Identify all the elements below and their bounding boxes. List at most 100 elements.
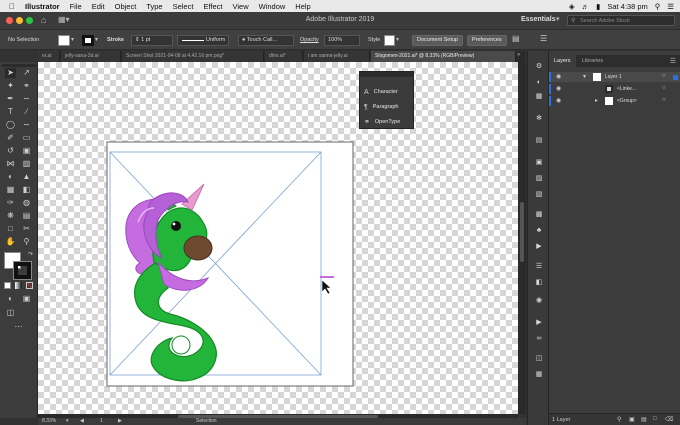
selection-indicator[interactable] bbox=[673, 75, 678, 80]
tab-document[interactable]: i am sanna-jelly.ai bbox=[304, 51, 370, 62]
artboards-panel-icon[interactable]: ◫ bbox=[534, 355, 544, 363]
edit-toolbar-icon[interactable]: ⋯ bbox=[13, 322, 24, 332]
curvature-tool-icon[interactable]: ∽ bbox=[21, 94, 32, 104]
arrange-documents-icon[interactable]: ▦▾ bbox=[58, 15, 70, 24]
draw-mode-icon[interactable]: ◐ bbox=[5, 294, 16, 304]
links-icon[interactable]: ∞ bbox=[534, 335, 544, 343]
screen-mode-icon[interactable]: ▣ bbox=[21, 294, 32, 304]
tab-document[interactable]: dino.ai* bbox=[265, 51, 303, 62]
magic-wand-tool-icon[interactable]: ✦ bbox=[5, 81, 16, 91]
menu-select[interactable]: Select bbox=[173, 2, 194, 11]
chevron-down-icon[interactable]: ▾ bbox=[583, 73, 586, 80]
tab-document-active[interactable]: Slogomen-2021.ai* @ 8.33% (RGB/Preview) bbox=[371, 51, 516, 62]
align-panel-icon[interactable]: ☰ bbox=[534, 263, 544, 271]
wifi-icon[interactable]: ◈ bbox=[569, 2, 575, 11]
blend-tool-icon[interactable]: ◍ bbox=[21, 198, 32, 208]
menu-view[interactable]: View bbox=[232, 2, 248, 11]
target-icon[interactable]: ○ bbox=[662, 73, 666, 79]
close-window-button[interactable] bbox=[6, 17, 13, 24]
tab-document[interactable]: jelly-sana-3d.ai bbox=[61, 51, 121, 62]
home-icon[interactable]: ⌂ bbox=[41, 15, 46, 25]
stroke-panel-icon[interactable]: ▤ bbox=[534, 137, 544, 145]
zoom-tool-icon[interactable]: ⚲ bbox=[21, 237, 32, 247]
next-artboard-icon[interactable]: ▶ bbox=[118, 418, 122, 424]
direct-selection-tool-icon[interactable]: ↗ bbox=[21, 68, 32, 78]
swatches-icon[interactable]: ▦ bbox=[534, 93, 544, 101]
layer-name[interactable]: <Group> bbox=[617, 98, 637, 104]
selection-tool-icon[interactable]: ➤ bbox=[5, 68, 16, 78]
menu-effect[interactable]: Effect bbox=[203, 2, 222, 11]
workspace-switcher[interactable]: Essentials bbox=[521, 16, 556, 23]
tab-document[interactable]: Screen Shot 2021-04-08 at 4.42.16 pm.png… bbox=[122, 51, 264, 62]
apple-icon[interactable]:  bbox=[9, 2, 15, 11]
panel-grip[interactable] bbox=[360, 72, 413, 77]
align-icon[interactable]: ▤ bbox=[512, 34, 520, 43]
scroll-thumb[interactable] bbox=[520, 202, 524, 262]
hand-tool-icon[interactable]: ✋ bbox=[5, 237, 16, 247]
menu-object[interactable]: Object bbox=[115, 2, 137, 11]
menu-app-name[interactable]: Illustrator bbox=[25, 2, 60, 11]
menu-help[interactable]: Help bbox=[295, 2, 310, 11]
menu-clock[interactable]: Sat 4:38 pm bbox=[607, 2, 647, 11]
layer-row[interactable]: ◉ ▸ <Group> ○ bbox=[549, 96, 680, 106]
locate-object-icon[interactable]: ⚲ bbox=[617, 416, 621, 423]
graphic-styles-icon[interactable]: ▩ bbox=[534, 211, 544, 219]
tab-libraries[interactable]: Libraries bbox=[577, 55, 608, 67]
perspective-grid-tool-icon[interactable]: ▲ bbox=[21, 172, 32, 182]
brush-definition[interactable]: ● Touch Call... bbox=[238, 35, 294, 46]
color-mode-icon[interactable] bbox=[4, 282, 11, 289]
chevron-down-icon[interactable]: ▾ bbox=[71, 36, 74, 43]
stroke-weight-field[interactable]: ⇕ 1 pt bbox=[131, 35, 173, 46]
actions-icon[interactable]: ▶ bbox=[534, 319, 544, 327]
panel-menu-icon[interactable]: ☰ bbox=[670, 57, 676, 65]
menu-type[interactable]: Type bbox=[146, 2, 162, 11]
character-panel-item[interactable]: A Character bbox=[364, 86, 398, 98]
minimize-window-button[interactable] bbox=[16, 17, 23, 24]
eye-icon[interactable]: ◉ bbox=[556, 73, 561, 80]
type-tool-icon[interactable]: T bbox=[5, 107, 16, 117]
slice-tool-icon[interactable]: ✂ bbox=[21, 224, 32, 234]
pathfinder-icon[interactable]: ◧ bbox=[534, 279, 544, 287]
lasso-tool-icon[interactable]: ⚭ bbox=[21, 81, 32, 91]
panel-menu-icon[interactable]: ☰ bbox=[540, 34, 547, 43]
free-transform-tool-icon[interactable]: ▨ bbox=[21, 159, 32, 169]
menu-window[interactable]: Window bbox=[259, 2, 286, 11]
tab-document[interactable]: er.ai bbox=[38, 51, 60, 62]
layer-name[interactable]: Layer 1 bbox=[605, 74, 622, 80]
eye-icon[interactable]: ◉ bbox=[556, 97, 561, 104]
stroke-swatch[interactable] bbox=[82, 35, 94, 46]
mesh-tool-icon[interactable]: ▦ bbox=[5, 185, 16, 195]
stroke-label[interactable]: Stroke bbox=[107, 37, 124, 43]
stroke-color-swatch[interactable] bbox=[13, 261, 32, 280]
zoom-window-button[interactable] bbox=[26, 17, 33, 24]
transparency-icon[interactable]: ▣ bbox=[534, 159, 544, 167]
line-tool-icon[interactable]: ∕ bbox=[21, 107, 32, 117]
artboard-tool-icon[interactable]: □ bbox=[5, 224, 16, 234]
graphic-style-swatch[interactable] bbox=[384, 35, 395, 46]
chevron-down-icon[interactable]: ▾ bbox=[396, 36, 399, 43]
stroke-stepper-icon[interactable]: ⇕ bbox=[135, 37, 140, 43]
canvas[interactable] bbox=[38, 62, 518, 414]
search-icon[interactable]: ⚲ bbox=[655, 2, 661, 11]
new-layer-icon[interactable]: □ bbox=[653, 416, 657, 422]
variable-width-profile[interactable]: Uniform bbox=[177, 35, 229, 46]
chevron-down-icon[interactable]: ▾ bbox=[556, 15, 560, 23]
eye-icon[interactable]: ◉ bbox=[556, 85, 561, 92]
shape-builder-tool-icon[interactable]: ◐ bbox=[5, 172, 16, 182]
delete-layer-icon[interactable]: ⌫ bbox=[665, 416, 673, 423]
layer-row[interactable]: ◉ <Linke... ○ bbox=[549, 84, 680, 94]
layer-name[interactable]: <Linke... bbox=[617, 86, 636, 92]
preferences-button[interactable]: Preferences bbox=[467, 35, 507, 46]
opentype-panel-item[interactable]: ⚭ OpenType bbox=[364, 116, 400, 128]
prev-artboard-icon[interactable]: ◀ bbox=[80, 418, 84, 424]
libraries-panel-icon[interactable]: ▦ bbox=[534, 371, 544, 379]
vertical-scrollbar[interactable] bbox=[518, 62, 526, 414]
control-center-icon[interactable]: ☰ bbox=[667, 2, 674, 11]
artboard-number[interactable]: 1 bbox=[100, 418, 103, 424]
gradient-tool-icon[interactable]: ◧ bbox=[21, 185, 32, 195]
volume-icon[interactable]: ♬ bbox=[582, 2, 590, 11]
menu-file[interactable]: File bbox=[70, 2, 82, 11]
color-panel-icon[interactable]: ◐ bbox=[534, 79, 544, 87]
zoom-level[interactable]: 8.33% bbox=[42, 418, 56, 424]
stock-search-box[interactable]: ⚲ Search Adobe Stock bbox=[567, 15, 675, 26]
